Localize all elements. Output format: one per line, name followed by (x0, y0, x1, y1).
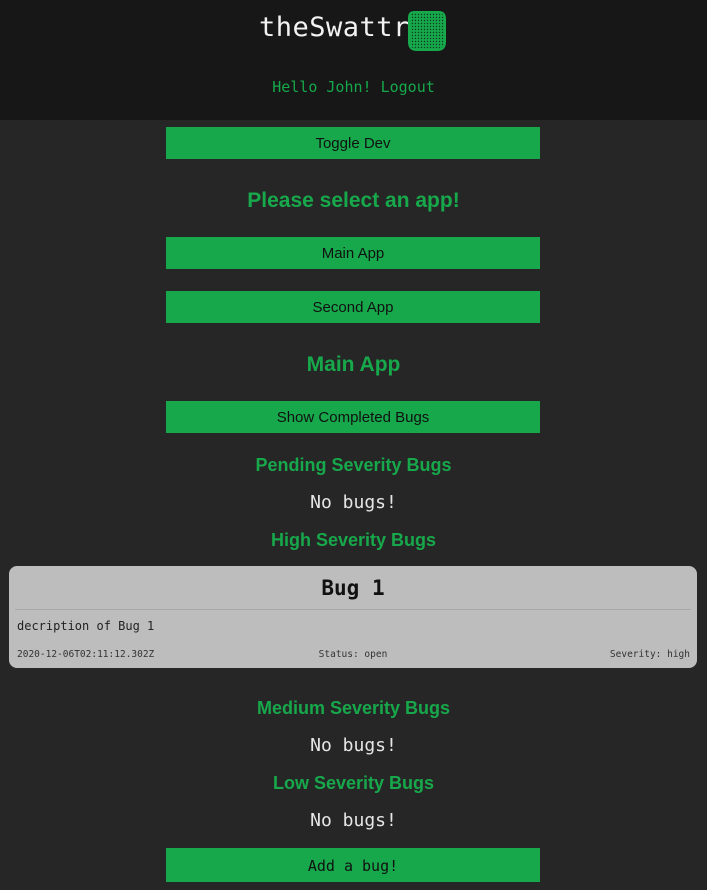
second-app-button[interactable]: Second App (166, 291, 540, 323)
toggle-dev-button[interactable]: Toggle Dev (166, 127, 540, 159)
bug-divider (15, 609, 691, 610)
show-completed-bugs-button[interactable]: Show Completed Bugs (166, 401, 540, 433)
logout-link[interactable]: Logout (381, 78, 435, 96)
user-greeting: Hello John! Logout (0, 77, 707, 97)
greeting-text: Hello John! (272, 78, 372, 96)
swatter-icon (408, 11, 446, 51)
select-app-prompt: Please select an app! (247, 189, 460, 212)
low-severity-heading: Low Severity Bugs (272, 773, 435, 793)
bug-severity: Severity: high (609, 649, 690, 660)
app-header: theSwattr Hello John! Logout (0, 0, 707, 120)
add-bug-button[interactable]: Add a bug! (166, 848, 540, 882)
bug-description: decription of Bug 1 (17, 619, 155, 633)
medium-severity-heading: Medium Severity Bugs (256, 698, 451, 718)
bug-status: Status: open (318, 649, 388, 660)
main-app-button[interactable]: Main App (166, 237, 540, 269)
high-severity-heading: High Severity Bugs (270, 530, 437, 550)
app-logo-text[interactable]: theSwattr (259, 8, 410, 48)
bug-title: Bug 1 (321, 576, 385, 600)
app-title: Main App (306, 353, 401, 376)
low-empty-text: No bugs! (310, 810, 397, 831)
pending-empty-text: No bugs! (310, 492, 397, 513)
pending-severity-heading: Pending Severity Bugs (255, 455, 452, 475)
medium-empty-text: No bugs! (310, 735, 397, 756)
bug-card[interactable]: Bug 1 decription of Bug 1 2020-12-06T02:… (9, 566, 697, 668)
